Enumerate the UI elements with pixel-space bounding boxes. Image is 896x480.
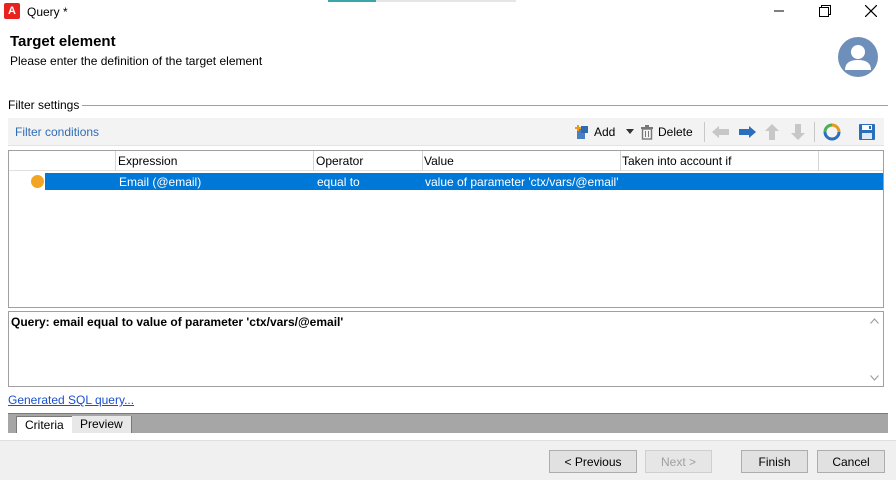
tab-criteria[interactable]: Criteria bbox=[16, 416, 73, 433]
status-dot-icon bbox=[31, 175, 44, 188]
close-button[interactable] bbox=[848, 0, 894, 22]
query-description-box: Query: email equal to value of parameter… bbox=[8, 311, 884, 387]
window-title: Query * bbox=[27, 5, 68, 19]
cell-value: value of parameter 'ctx/vars/@email' bbox=[425, 175, 619, 189]
column-header-taken-into-account-if[interactable]: Taken into account if bbox=[622, 154, 731, 168]
add-button[interactable]: Add bbox=[574, 122, 615, 142]
cancel-button[interactable]: Cancel bbox=[817, 450, 885, 473]
cell-operator: equal to bbox=[317, 175, 360, 189]
filter-settings-divider bbox=[82, 105, 888, 106]
filter-settings-label: Filter settings bbox=[8, 98, 80, 112]
scroll-up-button[interactable] bbox=[866, 312, 883, 329]
save-icon bbox=[859, 124, 875, 140]
minimize-button[interactable] bbox=[756, 0, 802, 22]
close-icon bbox=[865, 5, 877, 17]
delete-button-label: Delete bbox=[658, 125, 693, 139]
filter-toolbar: Filter conditions Add Delete bbox=[8, 118, 884, 146]
column-separator bbox=[313, 151, 314, 171]
avatar-silhouette bbox=[845, 45, 871, 70]
title-bar: A Query * bbox=[0, 0, 896, 24]
user-avatar-icon bbox=[838, 37, 878, 77]
column-header-operator[interactable]: Operator bbox=[316, 154, 363, 168]
save-button[interactable] bbox=[858, 122, 876, 142]
page-subtitle: Please enter the definition of the targe… bbox=[10, 54, 263, 68]
tabs-bar: Criteria Preview bbox=[8, 413, 888, 433]
tab-preview[interactable]: Preview bbox=[72, 416, 132, 433]
finish-button[interactable]: Finish bbox=[741, 450, 808, 473]
filter-conditions-grid: Expression Operator Value Taken into acc… bbox=[8, 150, 884, 308]
cell-expression: Email (@email) bbox=[119, 175, 202, 189]
move-right-button[interactable] bbox=[738, 122, 756, 142]
refresh-icon bbox=[823, 123, 841, 141]
page-header: Target element Please enter the definiti… bbox=[0, 24, 896, 86]
filter-conditions-title: Filter conditions bbox=[15, 125, 100, 139]
scroll-down-button[interactable] bbox=[866, 369, 883, 386]
move-up-button[interactable] bbox=[765, 122, 779, 142]
column-separator bbox=[422, 151, 423, 171]
scroll-up-icon bbox=[870, 317, 879, 324]
move-down-button[interactable] bbox=[791, 122, 805, 142]
next-button[interactable]: Next > bbox=[645, 450, 712, 473]
column-separator bbox=[115, 151, 116, 171]
add-dropdown-button[interactable] bbox=[626, 122, 634, 142]
minimize-icon bbox=[774, 10, 784, 12]
title-accent-secondary bbox=[376, 0, 516, 2]
arrow-left-icon bbox=[712, 126, 729, 138]
toolbar-separator bbox=[814, 122, 815, 142]
dropdown-arrow-icon bbox=[626, 129, 634, 134]
add-icon bbox=[575, 125, 588, 139]
refresh-button[interactable] bbox=[823, 122, 841, 142]
scroll-down-icon bbox=[870, 374, 879, 381]
query-text: Query: email equal to value of parameter… bbox=[11, 315, 344, 329]
column-header-value[interactable]: Value bbox=[424, 154, 454, 168]
query-scrollbar[interactable] bbox=[866, 312, 883, 386]
arrow-down-icon bbox=[791, 124, 805, 140]
maximize-button[interactable] bbox=[802, 0, 848, 22]
arrow-right-icon bbox=[739, 126, 756, 138]
column-separator bbox=[818, 151, 819, 171]
table-row[interactable]: Email (@email) equal to value of paramet… bbox=[45, 173, 883, 190]
content-area: Filter settings Filter conditions Add De… bbox=[0, 86, 896, 440]
adobe-logo-icon: A bbox=[4, 3, 20, 19]
grid-header: Expression Operator Value Taken into acc… bbox=[9, 151, 883, 171]
add-button-label: Add bbox=[594, 125, 616, 139]
move-left-button[interactable] bbox=[712, 122, 730, 142]
column-header-expression[interactable]: Expression bbox=[118, 154, 177, 168]
page-title: Target element bbox=[10, 33, 116, 50]
delete-button[interactable]: Delete bbox=[640, 122, 693, 142]
trash-icon bbox=[641, 125, 653, 140]
maximize-icon bbox=[819, 5, 831, 17]
wizard-footer: < Previous Next > Finish Cancel bbox=[0, 440, 896, 480]
generated-sql-query-link[interactable]: Generated SQL query... bbox=[8, 393, 134, 407]
column-separator bbox=[620, 151, 621, 171]
arrow-up-icon bbox=[765, 124, 779, 140]
toolbar-separator bbox=[704, 122, 705, 142]
previous-button[interactable]: < Previous bbox=[549, 450, 637, 473]
title-accent bbox=[328, 0, 376, 2]
